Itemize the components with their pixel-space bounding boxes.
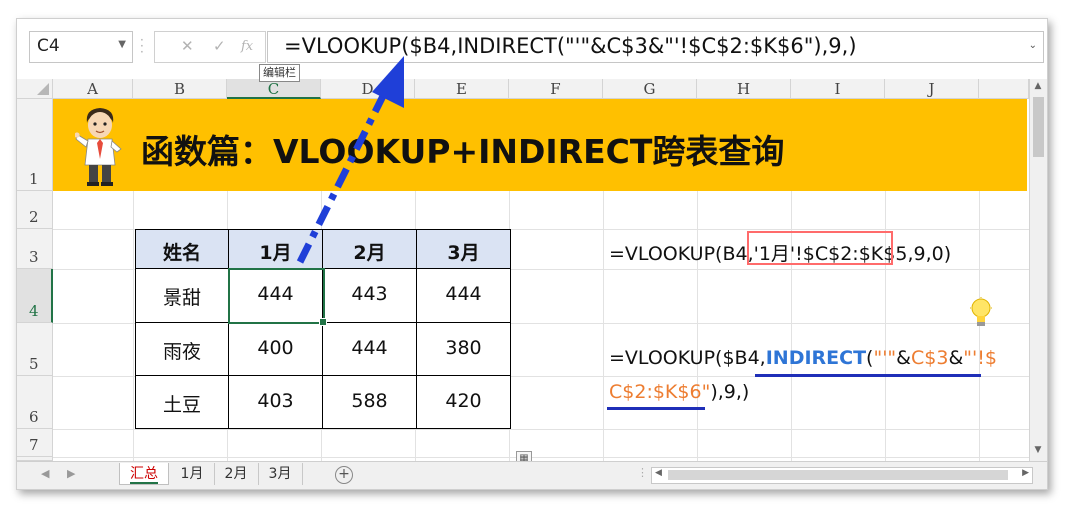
formula-bar-tooltip: 编辑栏: [259, 64, 300, 82]
select-all-button[interactable]: [17, 79, 53, 99]
col-header-i[interactable]: I: [791, 79, 885, 99]
add-sheet-icon[interactable]: +: [335, 466, 353, 484]
horizontal-scroll-thumb[interactable]: [668, 470, 1008, 480]
vertical-scrollbar[interactable]: ▲ ▼: [1029, 79, 1047, 461]
table-cell-mar-3[interactable]: 420: [416, 375, 511, 429]
name-box[interactable]: C4 ▼: [29, 31, 133, 63]
row-header-4[interactable]: 4: [17, 269, 53, 323]
table-cell-name-1[interactable]: 景甜: [135, 268, 229, 323]
banner-title: 函数篇：VLOOKUP+INDIRECT跨表查询: [141, 132, 785, 171]
tab-mar[interactable]: 3月: [258, 463, 303, 485]
col-header-j[interactable]: J: [885, 79, 979, 99]
table-cell-feb-2[interactable]: 444: [322, 322, 417, 376]
prev-sheet-icon[interactable]: ◀: [41, 467, 49, 480]
table-header-name[interactable]: 姓名: [135, 229, 229, 269]
table-header-jan[interactable]: 1月: [228, 229, 323, 269]
tab-feb[interactable]: 2月: [214, 463, 259, 485]
indirect-keyword: INDIRECT: [765, 347, 867, 369]
col-header-g[interactable]: G: [603, 79, 697, 99]
horizontal-scrollbar[interactable]: ◀ ▶: [651, 467, 1033, 484]
name-box-value: C4: [37, 36, 60, 56]
title-banner: 函数篇：VLOOKUP+INDIRECT跨表查询: [53, 99, 1027, 191]
row-header-5[interactable]: 5: [17, 323, 53, 376]
table-header-mar[interactable]: 3月: [416, 229, 511, 269]
col-header-h[interactable]: H: [697, 79, 791, 99]
table-cell-feb-1[interactable]: 443: [322, 268, 417, 323]
formula-input[interactable]: =VLOOKUP($B4,INDIRECT("'"&C$3&"'!$C$2:$K…: [267, 31, 1044, 63]
vertical-scroll-thumb[interactable]: [1033, 97, 1044, 157]
tab-jan[interactable]: 1月: [170, 463, 215, 485]
tab-splitter[interactable]: ⋮: [637, 466, 648, 479]
table-cell-mar-2[interactable]: 380: [416, 322, 511, 376]
col-header-c[interactable]: C: [227, 79, 321, 99]
insert-function-icon[interactable]: fx: [241, 39, 253, 54]
fill-handle[interactable]: [319, 318, 327, 326]
cancel-icon[interactable]: ✕: [181, 37, 194, 55]
formula-text: =VLOOKUP($B4,INDIRECT("'"&C$3&"'!$C$2:$K…: [284, 34, 857, 58]
scroll-down-icon[interactable]: ▼: [1032, 445, 1044, 459]
row-header-3[interactable]: 3: [17, 229, 53, 269]
row-header-1[interactable]: 1: [17, 99, 53, 191]
col-header-a[interactable]: A: [53, 79, 133, 99]
chevron-down-icon[interactable]: ▼: [118, 39, 126, 50]
scroll-up-icon[interactable]: ▲: [1032, 81, 1044, 95]
table-cell-name-3[interactable]: 土豆: [135, 375, 229, 429]
indirect-underline-2: [607, 407, 705, 410]
col-header-b[interactable]: B: [133, 79, 227, 99]
enter-icon[interactable]: ✓: [213, 37, 226, 55]
col-header-next[interactable]: [979, 79, 1029, 99]
col-header-e[interactable]: E: [415, 79, 509, 99]
table-cell-mar-1[interactable]: 444: [416, 268, 511, 323]
indirect-formula-line1: =VLOOKUP($B4,INDIRECT("'"&C$3&"'!$: [609, 347, 997, 369]
row-header-2[interactable]: 2: [17, 191, 53, 229]
row-header-7[interactable]: 7: [17, 429, 53, 457]
indirect-underline-1: [755, 374, 981, 377]
formula-bar-area: C4 ▼ · · · ✕ ✓ fx =VLOOKUP($B4,INDIRECT("'…: [17, 19, 1047, 82]
table-cell-name-2[interactable]: 雨夜: [135, 322, 229, 376]
drag-handle[interactable]: · · ·: [140, 34, 146, 58]
sheet-tab-bar: ◀ ▶ 汇总 1月 2月 3月 + ⋮ ◀ ▶: [17, 461, 1047, 489]
formula-buttons: ✕ ✓ fx: [154, 31, 266, 63]
next-sheet-icon[interactable]: ▶: [67, 467, 75, 480]
scroll-left-icon[interactable]: ◀: [655, 468, 662, 478]
active-cell-c4[interactable]: [228, 268, 327, 326]
tab-summary[interactable]: 汇总: [119, 463, 169, 485]
excel-window: C4 ▼ · · · ✕ ✓ fx =VLOOKUP($B4,INDIRECT("'…: [16, 18, 1048, 490]
sheet-ref-box: [747, 231, 893, 265]
scroll-right-icon[interactable]: ▶: [1022, 468, 1029, 478]
col-header-f[interactable]: F: [509, 79, 603, 99]
col-header-d[interactable]: D: [321, 79, 415, 99]
expand-formula-icon[interactable]: ⌄: [1029, 40, 1037, 51]
indirect-formula-line2: C$2:$K$6"),9,): [609, 381, 750, 403]
table-cell-jan-3[interactable]: 403: [228, 375, 323, 429]
cartoon-man-icon: [75, 108, 122, 186]
lightbulb-icon: [970, 297, 992, 326]
table-cell-feb-3[interactable]: 588: [322, 375, 417, 429]
table-header-feb[interactable]: 2月: [322, 229, 417, 269]
row-header-6[interactable]: 6: [17, 376, 53, 429]
table-cell-jan-2[interactable]: 400: [228, 322, 323, 376]
